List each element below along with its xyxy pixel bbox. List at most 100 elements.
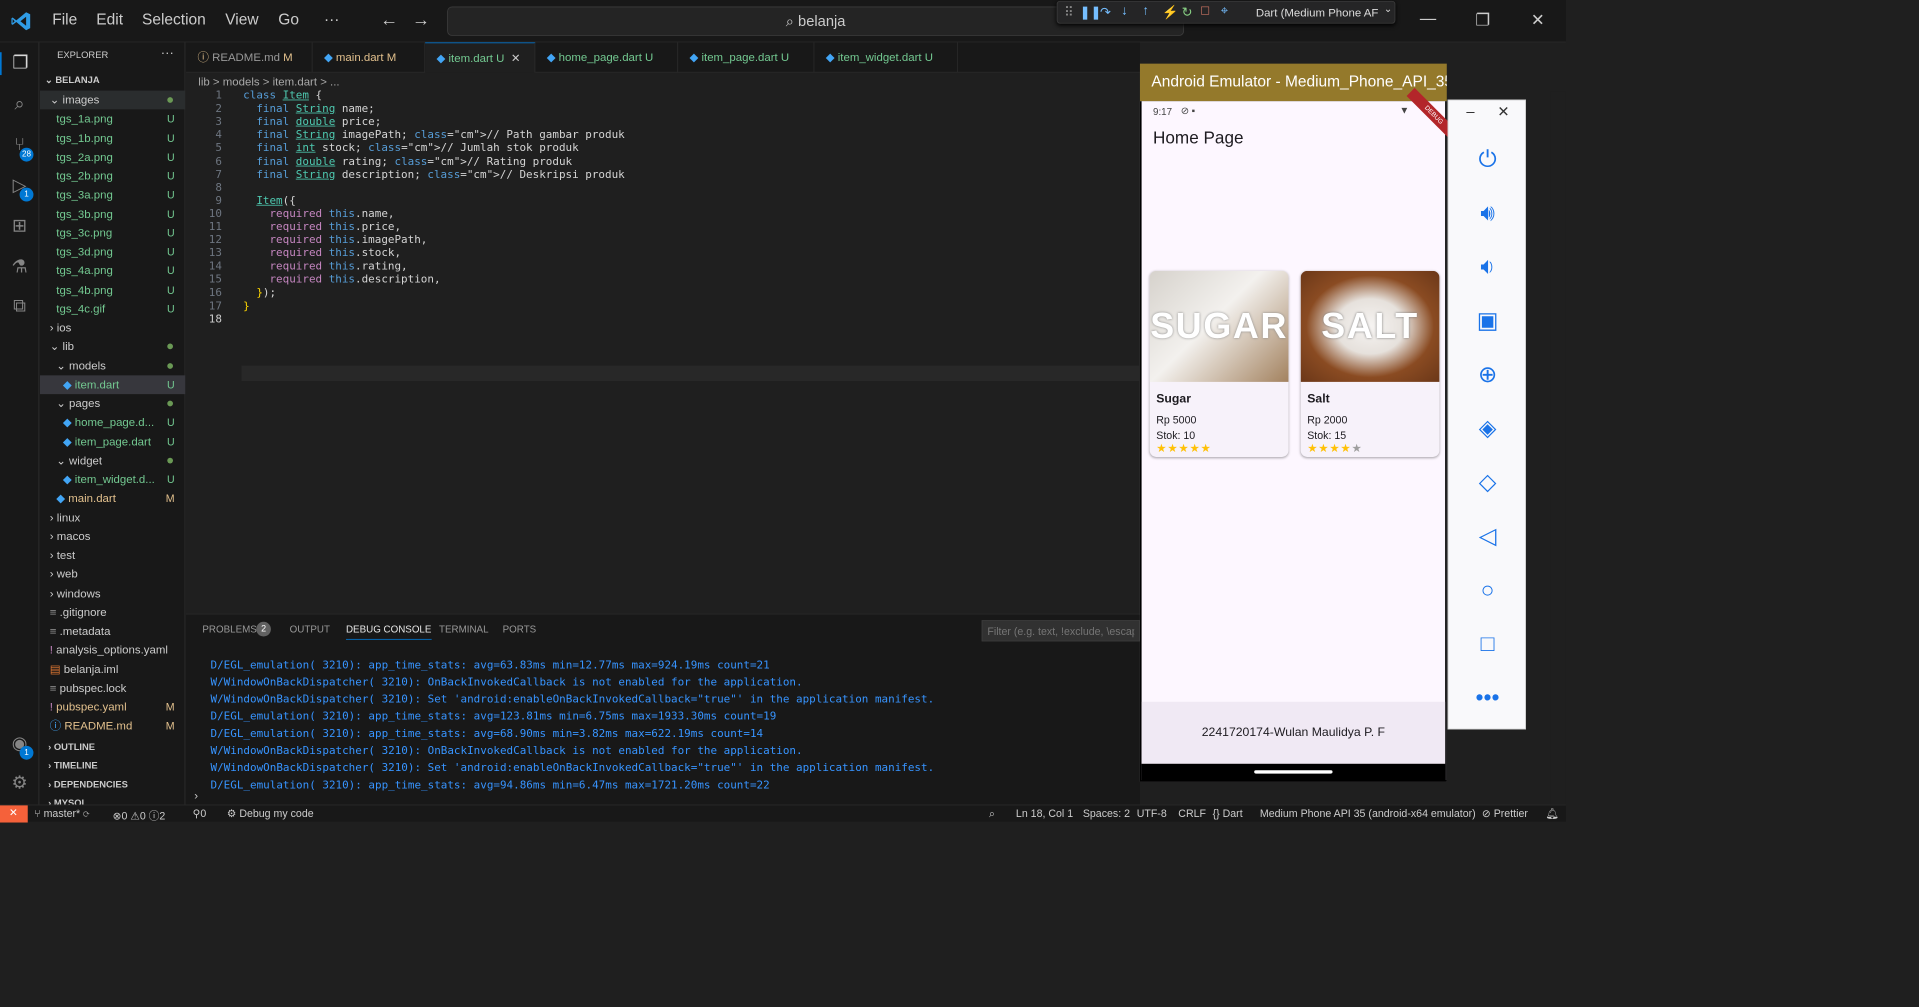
tree-item[interactable]: tgs_2a.png U xyxy=(40,147,185,166)
tree-item[interactable]: › linux xyxy=(40,508,185,527)
code-line[interactable]: required this.price, xyxy=(243,221,401,233)
tree-item[interactable]: tgs_4a.png U xyxy=(40,261,185,280)
rotate-left-icon[interactable]: ◈ xyxy=(1470,410,1506,446)
tree-item[interactable]: › windows xyxy=(40,584,185,603)
code-line[interactable]: }); xyxy=(243,287,276,299)
tree-item[interactable]: tgs_3b.png U xyxy=(40,204,185,223)
notifications-bell-icon[interactable]: 🔔︎ xyxy=(1546,807,1559,820)
product-card-salt[interactable]: SALT Salt Rp 2000 Stok: 15 ★★★★★ xyxy=(1300,270,1440,457)
console-prompt-icon[interactable]: › xyxy=(194,789,198,802)
zoom-icon[interactable]: ⊕ xyxy=(1470,357,1506,393)
camera-icon[interactable]: ▣ xyxy=(1470,303,1506,339)
tree-item[interactable]: tgs_2b.png U xyxy=(40,166,185,185)
tree-item[interactable]: tgs_1a.png U xyxy=(40,110,185,129)
section-dependencies[interactable]: › DEPENDENCIES xyxy=(40,776,185,794)
restore-icon[interactable]: ❐ xyxy=(1475,10,1490,30)
tree-item[interactable]: tgs_4b.png U xyxy=(40,280,185,299)
tree-item[interactable]: tgs_1b.png U xyxy=(40,129,185,148)
tree-item[interactable]: ! analysis_options.yaml xyxy=(40,641,185,660)
back-arrow-icon[interactable]: ← xyxy=(380,9,398,30)
menu-view[interactable]: View xyxy=(225,11,258,29)
code-editor[interactable]: 1 class Item {2 final String name; 3 final… xyxy=(186,90,1140,612)
tree-item[interactable]: ⌄ models xyxy=(40,356,185,375)
step-over-icon[interactable]: ↷ xyxy=(1100,4,1111,20)
encoding[interactable]: UTF-8 xyxy=(1137,807,1167,819)
tree-item[interactable]: ◆ item.dart U xyxy=(39,375,186,394)
tab-problems[interactable]: PROBLEMS xyxy=(202,623,256,634)
code-line[interactable]: final String name; xyxy=(243,103,374,115)
overview-icon[interactable]: □ xyxy=(1470,626,1506,662)
devtools-icon[interactable]: ⌖ xyxy=(1221,4,1228,19)
tab-ports[interactable]: PORTS xyxy=(503,623,537,634)
zoom-icon[interactable]: ⌕ xyxy=(989,807,995,820)
tab-readme[interactable]: ⓘ README.md M xyxy=(186,42,313,73)
code-line[interactable]: final String description; class="cm">// … xyxy=(243,169,624,181)
restart-icon[interactable]: ↻ xyxy=(1182,4,1193,20)
hot-reload-icon[interactable]: ⚡ xyxy=(1162,4,1178,20)
code-line[interactable]: required this.rating, xyxy=(243,261,407,273)
more-actions-icon[interactable]: ··· xyxy=(161,47,174,62)
tree-item[interactable]: ◆ item_widget.d... U xyxy=(40,470,185,489)
tab-item-dart[interactable]: ◆ item.dart U ✕ xyxy=(425,42,536,73)
tree-item[interactable]: ⌄ lib xyxy=(40,337,185,356)
line-endings[interactable]: CRLF xyxy=(1178,807,1206,819)
menu-go[interactable]: Go xyxy=(278,11,299,29)
flutter-device[interactable]: Medium Phone API 35 (android-x64 emulato… xyxy=(1260,807,1476,819)
tree-item[interactable]: › ios xyxy=(40,318,185,337)
debug-target-select[interactable]: Dart (Medium Phone AF xyxy=(1256,6,1379,19)
tab-item-page[interactable]: ◆ item_page.dart U xyxy=(678,42,815,73)
tree-item[interactable]: ◆ item_page.dart U xyxy=(40,432,185,451)
code-line[interactable]: final int stock; class="cm">// Jumlah st… xyxy=(243,142,578,154)
tree-item[interactable]: › web xyxy=(40,565,185,584)
home-icon[interactable]: ○ xyxy=(1470,572,1506,608)
indentation[interactable]: Spaces: 2 xyxy=(1083,807,1130,819)
menu-more[interactable]: ··· xyxy=(324,11,339,29)
tree-item[interactable]: › test xyxy=(40,546,185,565)
emulator-title[interactable]: Android Emulator - Medium_Phone_API_35:.… xyxy=(1139,63,1447,102)
testing-icon[interactable]: ⚗ xyxy=(8,256,31,279)
tree-item[interactable]: ▤ belanja.iml xyxy=(40,660,185,679)
emulator-minimize-icon[interactable]: – xyxy=(1466,104,1474,121)
tree-item[interactable]: ≡ .metadata xyxy=(40,622,185,641)
tree-item[interactable]: ⌄ pages xyxy=(40,394,185,413)
minimize-icon[interactable]: — xyxy=(1420,10,1436,29)
code-line[interactable]: class Item { xyxy=(243,90,322,102)
explorer-icon[interactable]: ❐ xyxy=(0,52,39,76)
search-activity-icon[interactable]: ⌕ xyxy=(8,93,31,116)
rotate-right-icon[interactable]: ◇ xyxy=(1470,464,1506,500)
problems-indicator[interactable]: ⊗0 ⚠0 ⓘ2 xyxy=(113,807,166,823)
menu-selection[interactable]: Selection xyxy=(142,11,206,29)
product-card-sugar[interactable]: SUGAR Sugar Rp 5000 Stok: 10 ★★★★★ xyxy=(1149,270,1289,457)
power-icon[interactable]: ⏻ xyxy=(1470,141,1506,177)
code-line[interactable]: final double rating; class="cm">// Ratin… xyxy=(243,155,572,167)
launch-indicator[interactable]: ⚙ Debug my code xyxy=(227,807,314,820)
code-line[interactable]: required this.stock, xyxy=(243,247,401,259)
code-line[interactable]: Item({ xyxy=(243,195,295,207)
tree-item[interactable]: › macos xyxy=(40,527,185,546)
code-line[interactable]: } xyxy=(243,300,250,312)
tab-home-page[interactable]: ◆ home_page.dart U xyxy=(535,42,679,73)
tab-debug-console[interactable]: DEBUG CONSOLE xyxy=(345,623,432,640)
code-line[interactable]: required this.name, xyxy=(243,208,394,220)
settings-gear-icon[interactable]: ⚙ xyxy=(8,772,31,795)
tree-item[interactable]: tgs_3c.png U xyxy=(40,223,185,242)
tree-item[interactable]: ⓘ README.md M xyxy=(40,717,185,736)
git-branch[interactable]: ⑂ master* ⟳ xyxy=(34,807,89,819)
tree-item[interactable]: ◆ home_page.d... U xyxy=(40,413,185,432)
tab-output[interactable]: OUTPUT xyxy=(290,623,330,634)
section-timeline[interactable]: › TIMELINE xyxy=(40,757,185,775)
drag-handle-icon[interactable]: ⠿ xyxy=(1064,4,1074,20)
breadcrumb[interactable]: lib > models > item.dart > ... xyxy=(198,75,339,88)
menu-edit[interactable]: Edit xyxy=(96,11,123,29)
tree-item[interactable]: ⌄ images xyxy=(39,90,186,110)
tree-item[interactable]: tgs_3d.png U xyxy=(40,242,185,261)
pause-icon[interactable]: ❚❚ xyxy=(1080,4,1102,20)
tab-terminal[interactable]: TERMINAL xyxy=(439,623,489,634)
close-window-icon[interactable]: ✕ xyxy=(1531,10,1545,30)
stop-icon[interactable]: □ xyxy=(1201,4,1209,19)
code-line[interactable]: required this.description, xyxy=(243,274,440,286)
emulator-close-icon[interactable]: ✕ xyxy=(1497,104,1509,121)
console-filter-input[interactable] xyxy=(981,620,1140,642)
forward-arrow-icon[interactable]: → xyxy=(412,9,430,30)
section-outline[interactable]: › OUTLINE xyxy=(40,738,185,756)
